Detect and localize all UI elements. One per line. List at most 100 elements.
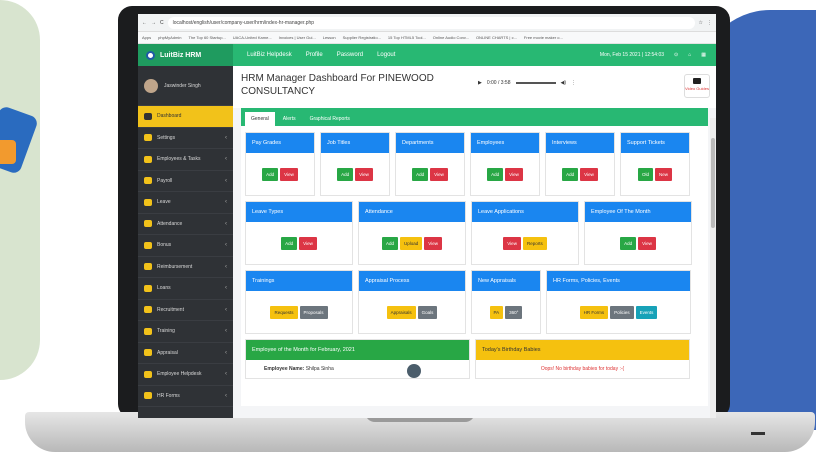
- appraisals-button[interactable]: Appraisals: [386, 305, 416, 319]
- play-icon[interactable]: ▶: [478, 80, 482, 86]
- bookmark-item[interactable]: The Top 60 Startup...: [188, 35, 225, 40]
- address-bar[interactable]: localhost/english/user/company-user/hrm/…: [167, 16, 695, 29]
- employee-photo: [407, 364, 421, 378]
- add-button[interactable]: Add: [620, 236, 637, 250]
- add-button[interactable]: Add: [487, 167, 504, 181]
- goals-button[interactable]: Goals: [417, 305, 438, 319]
- sidebar-item-reimbursement[interactable]: Reimbursement ‹: [138, 257, 233, 278]
- bookmark-item[interactable]: Online Audio Conv...: [433, 35, 469, 40]
- bookmark-item[interactable]: Lesson: [323, 35, 336, 40]
- menu-icon: [144, 134, 152, 142]
- menu-icon[interactable]: ⋮: [707, 20, 712, 26]
- player-time: 0:00 / 3:58: [486, 80, 511, 86]
- reload-icon[interactable]: C: [160, 20, 164, 26]
- card-actions: Add Upload View: [359, 222, 465, 264]
- bookmark-item[interactable]: Supplier Registratio...: [343, 35, 381, 40]
- sidebar-item-training[interactable]: Training ‹: [138, 321, 233, 343]
- view-button[interactable]: View: [580, 167, 598, 181]
- tab-alerts[interactable]: Alerts: [277, 112, 302, 126]
- add-button[interactable]: Add: [262, 167, 279, 181]
- view-button[interactable]: View: [299, 236, 317, 250]
- menu-icon: [144, 392, 152, 400]
- sidebar-item-recruitment[interactable]: Recruitment ‹: [138, 300, 233, 321]
- sidebar-item-settings[interactable]: Settings ‹: [138, 128, 233, 149]
- view-button[interactable]: View: [638, 236, 656, 250]
- tab-graphical-reports[interactable]: Graphical Reports: [304, 112, 356, 126]
- topnav-link[interactable]: Profile: [306, 52, 323, 58]
- upload-button[interactable]: Upload: [400, 236, 423, 250]
- volume-icon[interactable]: ◀): [561, 80, 567, 86]
- topnav-link[interactable]: Logout: [377, 52, 395, 58]
- dashboard-card: Leave Types Add View: [245, 201, 353, 265]
- policies-button[interactable]: Policies: [610, 305, 634, 319]
- back-icon[interactable]: ←: [142, 20, 147, 26]
- audio-player[interactable]: ▶ 0:00 / 3:58 ◀) ⋮: [478, 80, 576, 86]
- card-title: Job Titles: [321, 133, 389, 153]
- brand[interactable]: LuitBiz HRM: [138, 44, 233, 66]
- pa-button[interactable]: PA: [489, 305, 504, 319]
- brand-label: LuitBiz HRM: [160, 51, 202, 59]
- tab-general[interactable]: General: [245, 112, 275, 126]
- menu-icon: [144, 370, 152, 378]
- view-button[interactable]: View: [430, 167, 448, 181]
- clock-icon[interactable]: ⊙: [674, 52, 678, 58]
- video-guides-button[interactable]: Video Guides: [684, 74, 710, 98]
- dashboard-card: Attendance Add Upload View: [358, 201, 466, 265]
- bookmark-item[interactable]: 15 Top HTML5 Tool...: [388, 35, 426, 40]
- sidebar-item-loans[interactable]: Loans ‹: [138, 278, 233, 300]
- dashboard-card: New Appraisals PA 360°: [471, 270, 541, 334]
- bookmark-item[interactable]: Apps: [142, 35, 151, 40]
- sidebar-item-appraisal[interactable]: Appraisal ‹: [138, 343, 233, 364]
- requests-button[interactable]: Requests: [270, 305, 298, 319]
- sidebar: Jaswinder Singh Dashboard Settings ‹ Employ…: [138, 66, 233, 418]
- add-button[interactable]: Add: [412, 167, 429, 181]
- bookmark-item[interactable]: ONLINE CHARTS | c...: [476, 35, 517, 40]
- new-button[interactable]: New: [655, 167, 673, 181]
- events-button[interactable]: Events: [635, 305, 658, 319]
- forward-icon[interactable]: →: [151, 20, 156, 26]
- sidebar-item-bonus[interactable]: Bonus ‹: [138, 235, 233, 257]
- reports-button[interactable]: Reports: [522, 236, 547, 250]
- bookmark-item[interactable]: UACA-United Kame...: [233, 35, 272, 40]
- menu-icon: [144, 284, 152, 292]
- home-icon[interactable]: ⌂: [688, 52, 691, 58]
- sidebar-item-dashboard[interactable]: Dashboard: [138, 106, 233, 128]
- sidebar-item-label: Loans: [157, 285, 171, 292]
- old-button[interactable]: Old: [637, 167, 653, 181]
- view-button[interactable]: View: [280, 167, 298, 181]
- bookmark-item[interactable]: Invoices | User Gui...: [279, 35, 316, 40]
- scroll-thumb[interactable]: [711, 138, 715, 228]
- view-button[interactable]: View: [355, 167, 373, 181]
- sidebar-item-leave[interactable]: Leave ‹: [138, 192, 233, 214]
- proposals-button[interactable]: Proposals: [299, 305, 328, 319]
- add-button[interactable]: Add: [337, 167, 354, 181]
- more-icon[interactable]: ⋮: [571, 80, 576, 86]
- card-actions: HR Forms Policies Events: [547, 291, 690, 333]
- sidebar-item-payroll[interactable]: Payroll ‹: [138, 171, 233, 192]
- sidebar-item-attendance[interactable]: Attendance ‹: [138, 214, 233, 235]
- view-button[interactable]: View: [503, 236, 521, 250]
- topnav-link[interactable]: Password: [337, 52, 363, 58]
- grid-icon[interactable]: ▦: [701, 52, 706, 58]
- 360--button[interactable]: 360°: [505, 305, 523, 319]
- sidebar-item-employees-tasks[interactable]: Employees & Tasks ‹: [138, 149, 233, 171]
- bookmarks-bar: Apps phpMyAdmin The Top 60 Startup... UACA-…: [138, 32, 716, 44]
- menu-icon: [144, 263, 152, 271]
- view-button[interactable]: View: [424, 236, 442, 250]
- bookmark-item[interactable]: phpMyAdmin: [158, 35, 181, 40]
- add-button[interactable]: Add: [562, 167, 579, 181]
- player-track[interactable]: [515, 82, 556, 84]
- hr-forms-button[interactable]: HR Forms: [579, 305, 609, 319]
- add-button[interactable]: Add: [382, 236, 399, 250]
- scrollbar[interactable]: [710, 118, 716, 418]
- sidebar-item-hr-forms[interactable]: HR Forms ‹: [138, 386, 233, 407]
- user-panel[interactable]: Jaswinder Singh: [138, 66, 233, 106]
- bookmark-item[interactable]: Free movie maker o...: [524, 35, 563, 40]
- dashboard-card: Employee Of The Month Add View: [584, 201, 692, 265]
- topnav-link[interactable]: LuitBiz Helpdesk: [247, 52, 292, 58]
- star-icon[interactable]: ☆: [699, 20, 703, 26]
- tab-panel: Pay Grades Add View Job Titles Add View Depart…: [241, 126, 708, 406]
- add-button[interactable]: Add: [281, 236, 298, 250]
- sidebar-item-employee-helpdesk[interactable]: Employee Helpdesk ‹: [138, 364, 233, 386]
- view-button[interactable]: View: [505, 167, 523, 181]
